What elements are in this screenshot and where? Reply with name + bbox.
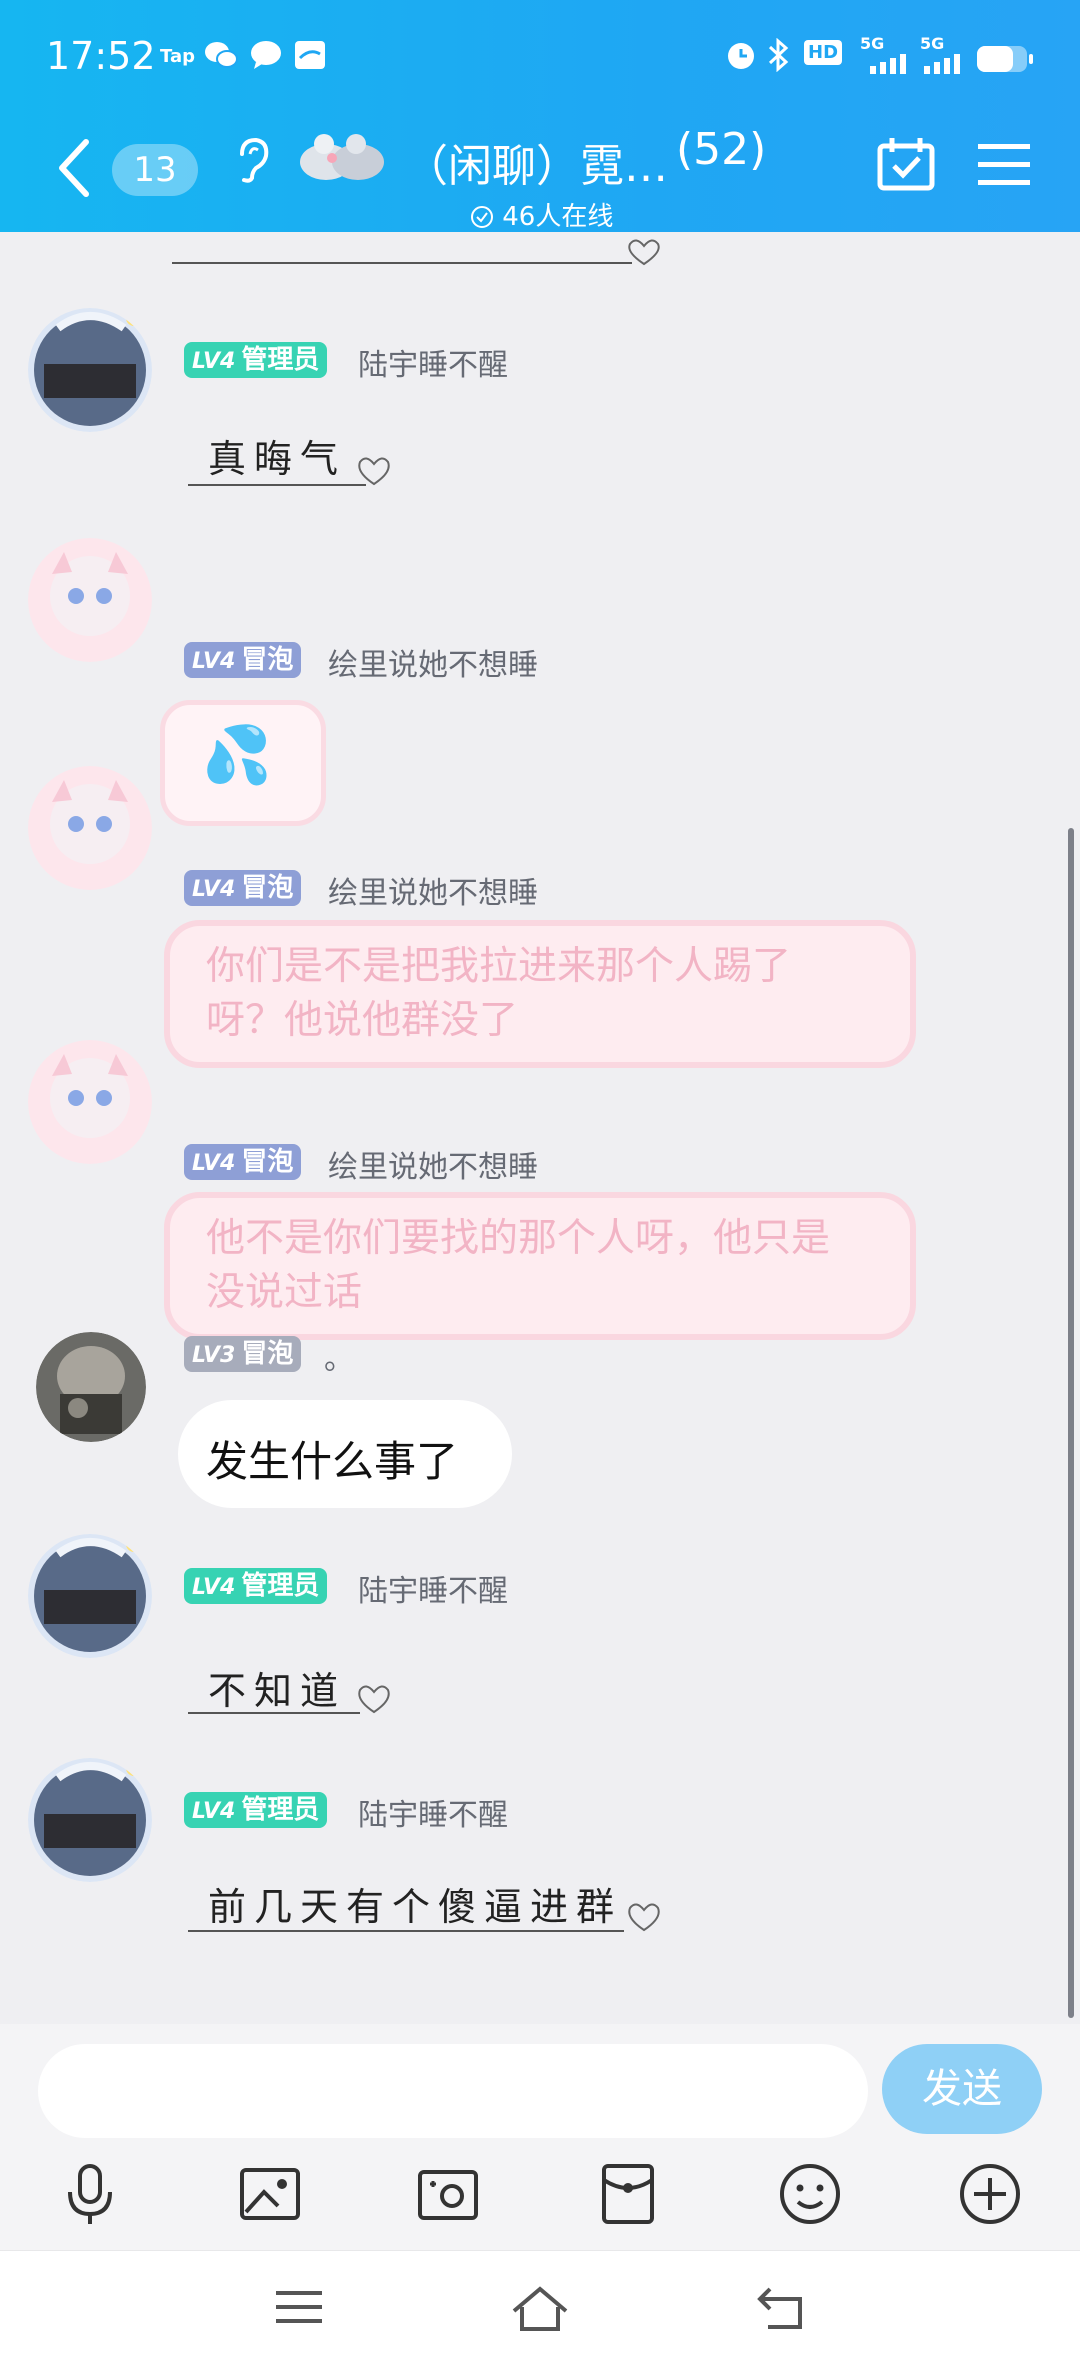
hd-icon: HD: [804, 40, 843, 65]
top-bar: 17:52 Tap HD 5G 5G 13 （闲聊）霓… (52) 46人在线: [0, 0, 1080, 232]
menu-icon[interactable]: [976, 140, 1032, 188]
user-avatar[interactable]: [28, 1758, 152, 1882]
ear-icon[interactable]: [234, 136, 274, 184]
browser-icon: [295, 41, 325, 69]
wechat-icon: [205, 42, 238, 68]
group-avatar[interactable]: [296, 124, 388, 184]
chat-header: 13 （闲聊）霓… (52) 46人在线: [0, 116, 1080, 232]
message-icon: [251, 41, 281, 69]
role-badge: LV4 管理员: [184, 342, 328, 378]
message-text[interactable]: 前几天有个傻逼进群: [208, 1876, 622, 1931]
image-icon[interactable]: [238, 2162, 302, 2226]
home-icon[interactable]: [510, 2285, 570, 2335]
signal-icon: [870, 54, 906, 74]
toolbar: [0, 2144, 1080, 2250]
check-circle-icon: [471, 206, 493, 228]
status-time: 17:52: [46, 34, 156, 78]
battery-icon: [977, 46, 1033, 72]
role-badge: LV4 管理员: [184, 1568, 328, 1604]
user-avatar[interactable]: [36, 1332, 146, 1442]
input-bar: 发送: [0, 2024, 1080, 2144]
sender-name[interactable]: 陆宇睡不醒: [358, 1566, 508, 1610]
message-underline: [188, 1712, 360, 1714]
signal-5g-label: 5G: [860, 34, 885, 53]
online-status: 46人在线: [470, 196, 613, 233]
back-arrow-icon[interactable]: [56, 138, 92, 198]
sender-name[interactable]: 陆宇睡不醒: [358, 340, 508, 384]
red-packet-icon[interactable]: [596, 2162, 660, 2226]
calendar-check-icon[interactable]: [876, 136, 936, 192]
message-text: 你们是不是把我拉进来那个人踢了呀？他说他群没了: [206, 944, 792, 1043]
heart-icon: [358, 1685, 390, 1714]
sender-name[interactable]: 陆宇睡不醒: [358, 1790, 508, 1834]
user-avatar[interactable]: [28, 766, 152, 890]
sticker-text: 💦: [202, 723, 272, 788]
signal-icon: [924, 54, 960, 74]
role-badge: LV4 冒泡: [184, 642, 302, 678]
message-underline: [188, 1930, 624, 1932]
role-badge: LV3 冒泡: [184, 1336, 302, 1372]
heart-icon: [628, 239, 660, 266]
back-icon[interactable]: [756, 2285, 806, 2331]
unread-count-badge[interactable]: 13: [112, 144, 198, 196]
sender-name[interactable]: 绘里说她不想睡: [328, 640, 538, 684]
send-button[interactable]: 发送: [882, 2044, 1042, 2134]
taptap-icon: Tap: [160, 46, 195, 67]
signal-5g-label: 5G: [920, 34, 945, 53]
scrollbar[interactable]: [1068, 828, 1074, 2018]
recent-apps-icon[interactable]: [274, 2285, 324, 2329]
role-badge: LV4 冒泡: [184, 870, 302, 906]
partial-message-underline: [172, 262, 632, 264]
system-nav-bar: [0, 2250, 1080, 2377]
microphone-icon[interactable]: [58, 2162, 122, 2226]
heart-icon: [628, 1903, 660, 1932]
sender-name[interactable]: 绘里说她不想睡: [328, 1142, 538, 1186]
role-badge: LV4 管理员: [184, 1792, 328, 1828]
camera-icon[interactable]: [416, 2162, 480, 2226]
role-badge: LV4 冒泡: [184, 1144, 302, 1180]
message-list[interactable]: LV4 管理员 陆宇睡不醒 真晦气 LV4 冒泡 绘里说她不想睡 💦 LV4 冒泡 绘…: [0, 232, 1080, 2024]
message-underline: [188, 484, 366, 486]
emoji-icon[interactable]: [778, 2162, 842, 2226]
user-avatar[interactable]: [28, 1534, 152, 1658]
alarm-icon: [728, 43, 754, 69]
group-title[interactable]: （闲聊）霓…: [404, 130, 668, 194]
plus-icon[interactable]: [958, 2162, 1022, 2226]
user-avatar[interactable]: [28, 1040, 152, 1164]
heart-icon: [358, 457, 390, 486]
message-text: 发生什么事了: [206, 1437, 459, 1486]
user-avatar[interactable]: [28, 538, 152, 662]
message-input[interactable]: [38, 2044, 868, 2138]
online-count: 46人在线: [502, 202, 614, 232]
bluetooth-icon: [768, 38, 789, 72]
message-text: 他不是你们要找的那个人呀，他只是没说过话: [206, 1216, 831, 1315]
sender-name[interactable]: 。: [324, 1334, 354, 1378]
user-avatar[interactable]: [28, 308, 152, 432]
sender-name[interactable]: 绘里说她不想睡: [328, 868, 538, 912]
status-bar: 17:52 Tap HD 5G 5G: [0, 0, 1080, 116]
message-text[interactable]: 真晦气: [208, 428, 346, 483]
member-count: (52): [676, 124, 767, 175]
message-text[interactable]: 不知道: [208, 1660, 346, 1715]
